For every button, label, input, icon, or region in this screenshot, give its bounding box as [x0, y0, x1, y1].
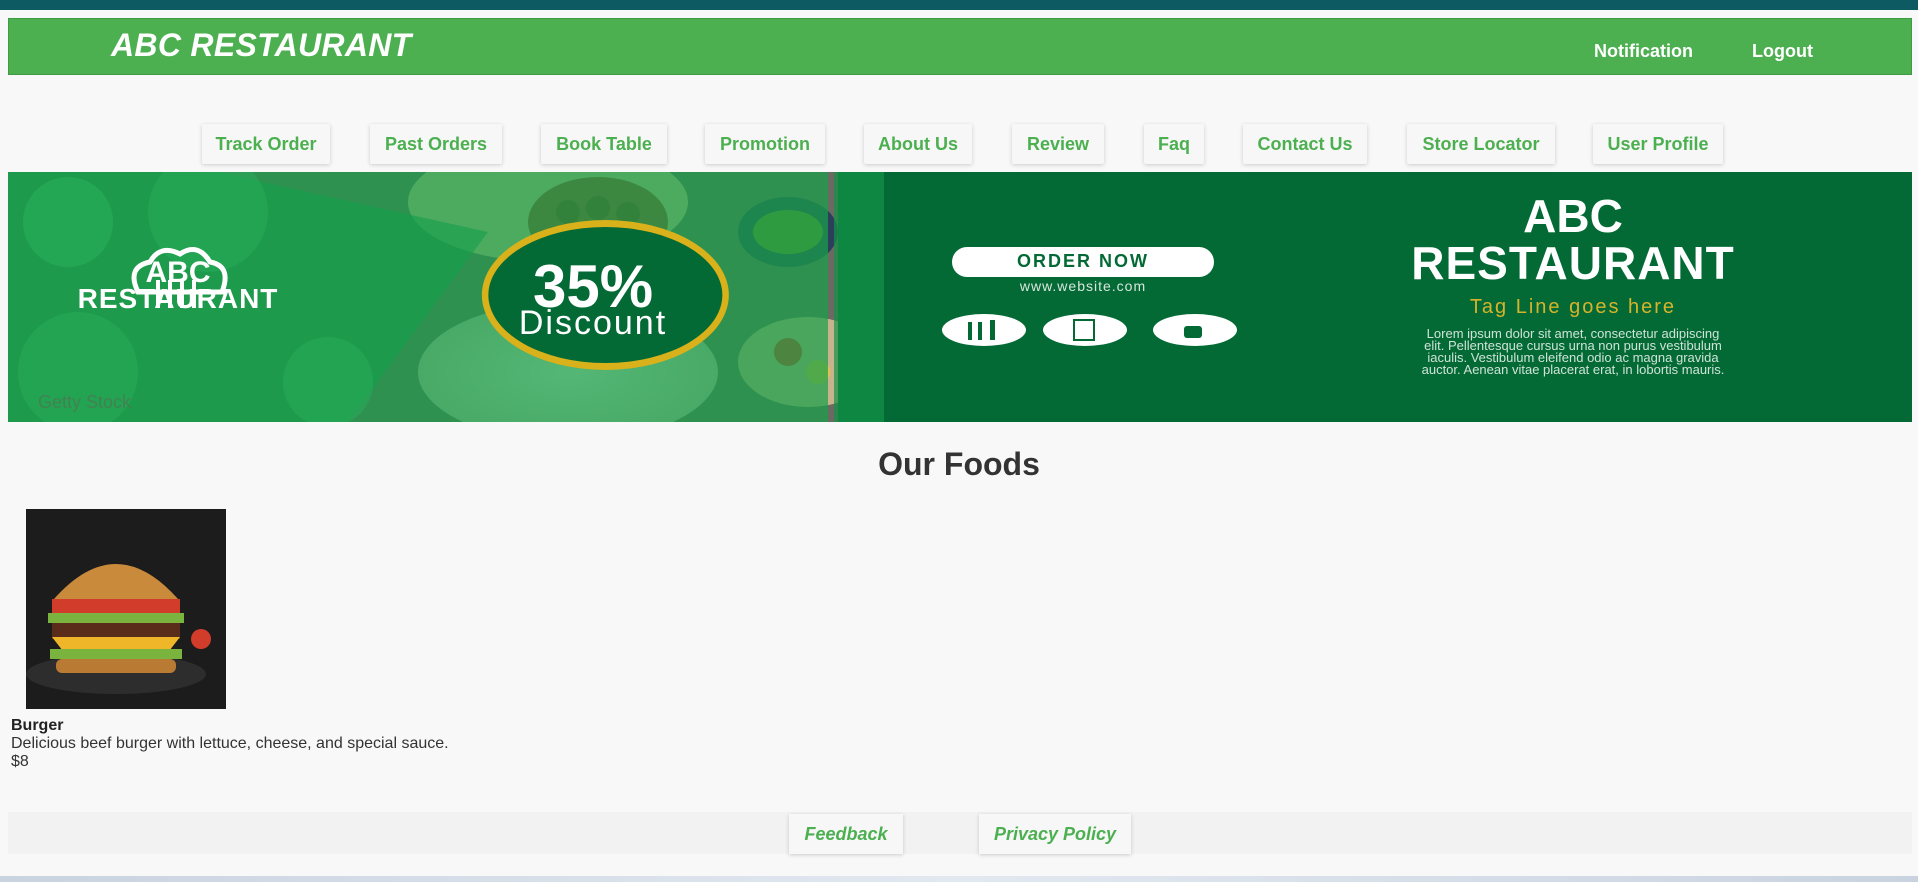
nav-contact-us[interactable]: Contact Us: [1243, 124, 1367, 164]
bottom-strip: [0, 876, 1918, 882]
food-description: Delicious beef burger with lettuce, chee…: [11, 735, 449, 752]
banner-website: www.website.com: [1019, 278, 1147, 294]
banner-title-line2: RESTAURANT: [1411, 237, 1735, 289]
nav-store-locator[interactable]: Store Locator: [1407, 124, 1555, 164]
brand-title: ABC RESTAURANT: [111, 27, 412, 63]
banner-logo-line2: RESTAURANT: [77, 283, 279, 314]
banner-tagline: Tag Line goes here: [1469, 296, 1677, 318]
nav-about-us[interactable]: About Us: [864, 124, 972, 164]
order-now-label: ORDER NOW: [1017, 251, 1149, 271]
top-strip: [0, 0, 1918, 10]
header-bar: ABC RESTAURANT Notification Logout: [8, 18, 1912, 75]
nav-faq[interactable]: Faq: [1144, 124, 1204, 164]
promo-banner: ABC RESTAURANT 35% Discount ORDER NOW ww…: [8, 172, 1912, 422]
nav-promotion[interactable]: Promotion: [705, 124, 825, 164]
food-price: $8: [11, 753, 29, 770]
logout-link[interactable]: Logout: [1752, 41, 1813, 62]
banner-watermark: Getty Stock: [38, 392, 132, 412]
banner-title-line1: ABC: [1523, 190, 1623, 242]
nav-past-orders[interactable]: Past Orders: [370, 124, 502, 164]
section-title: Our Foods: [878, 446, 1040, 482]
nav-book-table[interactable]: Book Table: [541, 124, 667, 164]
banner-lorem: Lorem ipsum dolor sit amet, consectetur …: [1298, 327, 1848, 377]
food-name: Burger: [11, 717, 64, 734]
privacy-policy-link[interactable]: Privacy Policy: [979, 814, 1131, 854]
banner-lorem-line: auctor. Aenean vitae placerat erat, in l…: [1421, 362, 1725, 377]
nav-user-profile[interactable]: User Profile: [1593, 124, 1723, 164]
nav-track-order[interactable]: Track Order: [202, 124, 330, 164]
nav-review[interactable]: Review: [1012, 124, 1104, 164]
burger-image: [26, 509, 226, 709]
discount-label: Discount: [518, 304, 668, 342]
footer-bar: [8, 812, 1912, 854]
notification-link[interactable]: Notification: [1594, 41, 1693, 62]
feedback-link[interactable]: Feedback: [789, 814, 903, 854]
